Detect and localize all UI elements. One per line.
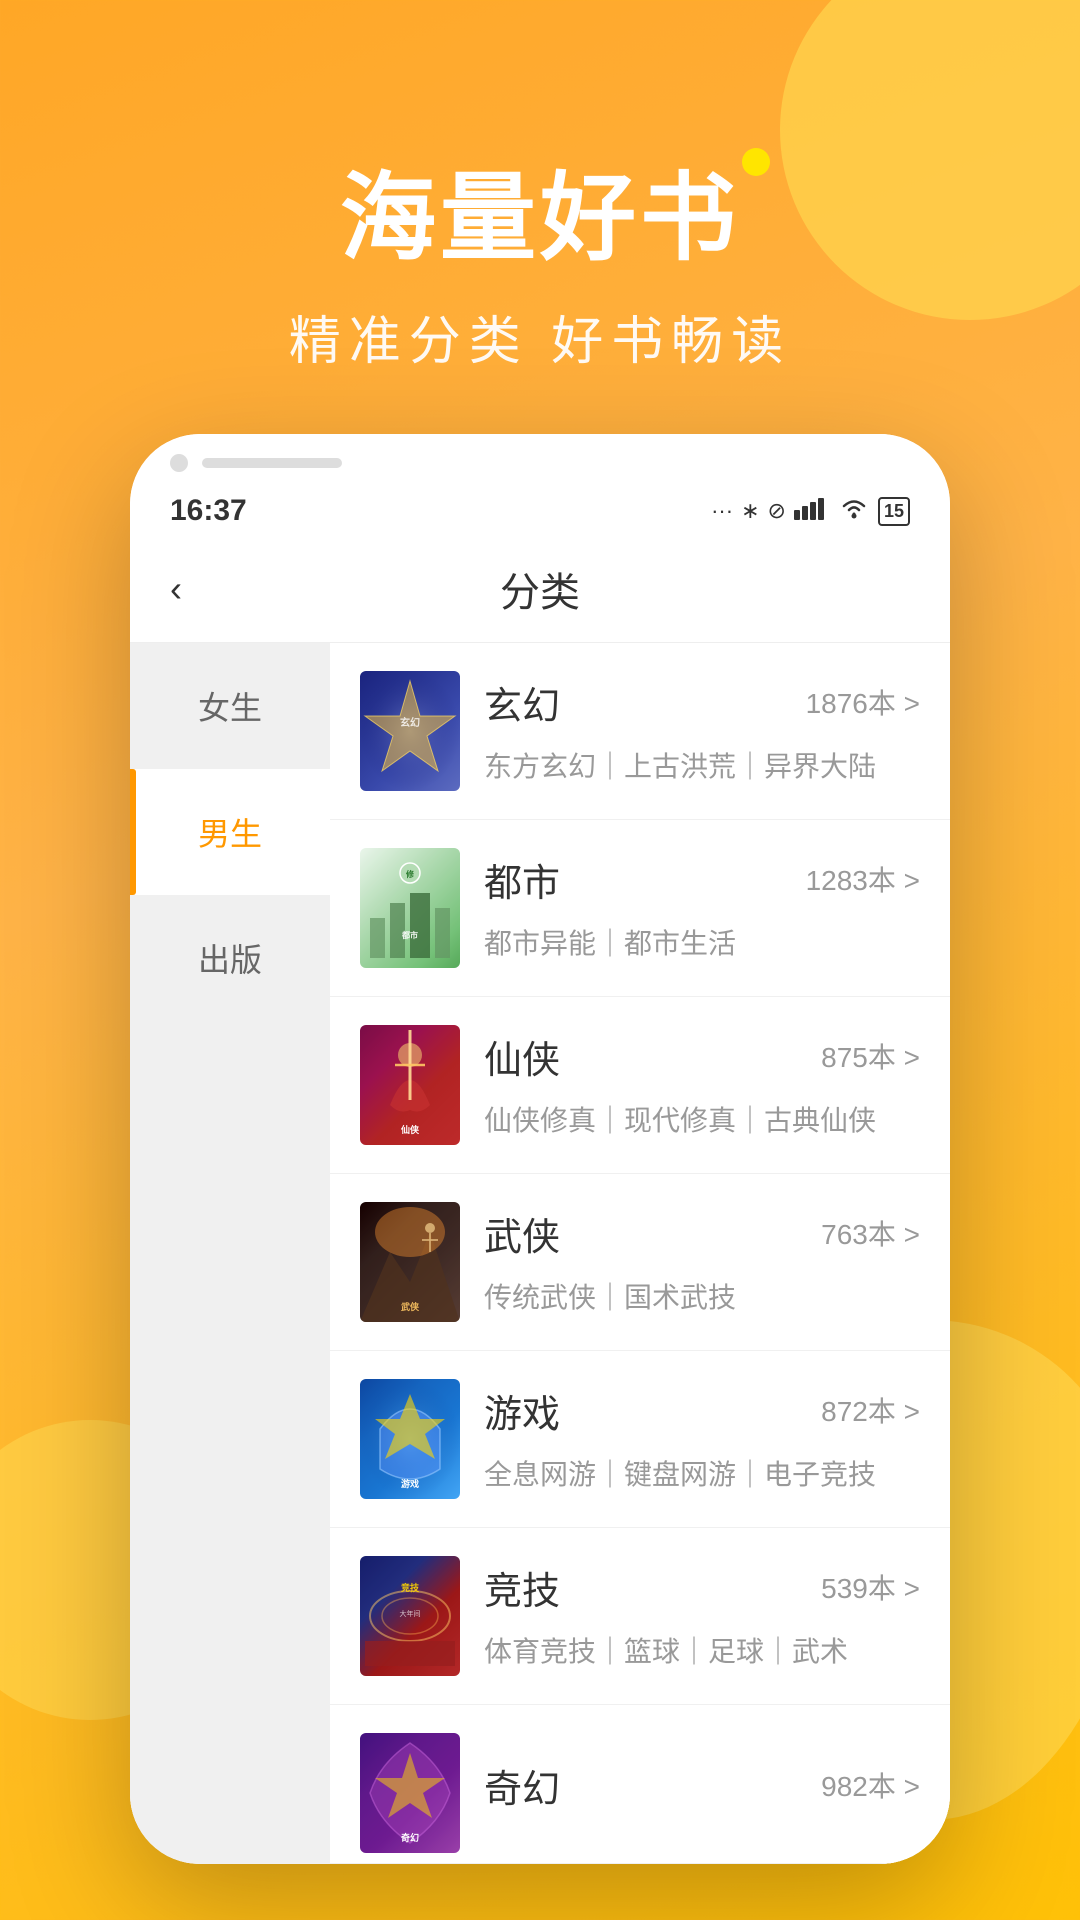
phone-speaker	[170, 454, 342, 472]
category-item-qihuan[interactable]: 奇幻 奇幻 982本 >	[330, 1705, 950, 1864]
battery-level: 15	[884, 501, 904, 521]
category-info-wuxia: 武侠 763本 > 传统武侠｜国术武技	[484, 1206, 920, 1319]
category-name-qihuan: 奇幻	[484, 1758, 560, 1813]
svg-text:修: 修	[405, 869, 415, 879]
sub-title: 精准分类 好书畅读	[0, 299, 1080, 374]
status-icons: ··· ∗ ⊘	[711, 496, 910, 526]
category-info-qihuan: 奇幻 982本 >	[484, 1758, 920, 1829]
category-name-jingji: 竞技	[484, 1560, 560, 1615]
sidebar: 女生 男生 出版	[130, 643, 330, 1864]
category-tags-wuxia: 传统武侠｜国术武技	[484, 1277, 920, 1319]
header-section: 海量好书 精准分类 好书畅读	[0, 0, 1080, 434]
battery-icon: 15	[878, 497, 910, 526]
category-header-wuxia: 武侠 763本 >	[484, 1206, 920, 1261]
nfc-icon: ⊘	[768, 498, 786, 524]
svg-text:武侠: 武侠	[401, 1301, 420, 1312]
category-tags-xianxia: 仙侠修真｜现代修真｜古典仙侠	[484, 1100, 920, 1142]
category-info-jingji: 竞技 539本 > 体育竞技｜篮球｜足球｜武术	[484, 1560, 920, 1673]
signal-icon	[794, 496, 830, 526]
category-name-xuanhuan: 玄幻	[484, 675, 560, 730]
nav-bar: ‹ 分类	[130, 536, 950, 643]
back-button[interactable]: ‹	[170, 568, 182, 610]
sidebar-label-male: 男生	[198, 816, 262, 852]
category-name-xianxia: 仙侠	[484, 1029, 560, 1084]
category-name-youxi: 游戏	[484, 1383, 560, 1438]
svg-text:玄幻: 玄幻	[400, 716, 420, 729]
book-cover-wuxia: 武侠	[360, 1202, 460, 1322]
content-area: 女生 男生 出版	[130, 643, 950, 1864]
sidebar-item-publish[interactable]: 出版	[130, 895, 330, 1021]
category-item-xianxia[interactable]: 仙侠 仙侠 875本 > 仙侠修真｜现代修真｜古典仙侠	[330, 997, 950, 1174]
category-tags-jingji: 体育竞技｜篮球｜足球｜武术	[484, 1631, 920, 1673]
bluetooth-icon: ∗	[741, 498, 759, 524]
category-name-wuxia: 武侠	[484, 1206, 560, 1261]
svg-text:游戏: 游戏	[401, 1478, 419, 1489]
category-item-jingji[interactable]: 竞技 大年间 竞技 539本 > 体育竞技｜篮球｜足球｜武术	[330, 1528, 950, 1705]
book-cover-qihuan: 奇幻	[360, 1733, 460, 1853]
category-header-xuanhuan: 玄幻 1876本 >	[484, 675, 920, 730]
title-dot-decoration	[742, 148, 770, 176]
category-tags-dushi: 都市异能｜都市生活	[484, 923, 920, 965]
category-count-qihuan: 982本 >	[821, 1765, 920, 1805]
category-item-xuanhuan[interactable]: 玄幻 玄幻 1876本 > 东方玄幻｜上古洪荒｜异界大陆	[330, 643, 950, 820]
status-time: 16:37	[170, 494, 247, 528]
book-cover-xianxia: 仙侠	[360, 1025, 460, 1145]
category-tags-youxi: 全息网游｜键盘网游｜电子竞技	[484, 1454, 920, 1496]
category-count-wuxia: 763本 >	[821, 1213, 920, 1253]
sidebar-item-male[interactable]: 男生	[130, 769, 330, 895]
category-count-dushi: 1283本 >	[806, 859, 920, 899]
phone-mockup: 16:37 ··· ∗ ⊘	[130, 434, 950, 1864]
book-cover-youxi: 游戏	[360, 1379, 460, 1499]
category-list: 玄幻 玄幻 1876本 > 东方玄幻｜上古洪荒｜异界大陆	[330, 643, 950, 1864]
category-header-jingji: 竞技 539本 >	[484, 1560, 920, 1615]
menu-dots-icon: ···	[711, 498, 733, 524]
category-header-dushi: 都市 1283本 >	[484, 852, 920, 907]
main-title: 海量好书	[340, 140, 740, 279]
phone-top-area	[130, 434, 950, 482]
category-tags-xuanhuan: 东方玄幻｜上古洪荒｜异界大陆	[484, 746, 920, 788]
category-header-youxi: 游戏 872本 >	[484, 1383, 920, 1438]
category-info-xuanhuan: 玄幻 1876本 > 东方玄幻｜上古洪荒｜异界大陆	[484, 675, 920, 788]
sidebar-label-female: 女生	[198, 690, 262, 726]
book-cover-dushi: 修 都市	[360, 848, 460, 968]
category-item-dushi[interactable]: 修 都市 都市 1283本 > 都市异能｜都市生活	[330, 820, 950, 997]
category-count-xianxia: 875本 >	[821, 1036, 920, 1076]
category-item-wuxia[interactable]: 武侠 武侠 763本 > 传统武侠｜国术武技	[330, 1174, 950, 1351]
speaker-bar	[202, 458, 342, 468]
sidebar-label-publish: 出版	[198, 942, 262, 978]
category-header-qihuan: 奇幻 982本 >	[484, 1758, 920, 1813]
svg-text:奇幻: 奇幻	[401, 1832, 419, 1843]
svg-text:竞技: 竞技	[400, 1582, 420, 1593]
status-bar: 16:37 ··· ∗ ⊘	[130, 482, 950, 536]
category-item-youxi[interactable]: 游戏 游戏 872本 > 全息网游｜键盘网游｜电子竞技	[330, 1351, 950, 1528]
phone-container: 16:37 ··· ∗ ⊘	[0, 434, 1080, 1864]
category-count-xuanhuan: 1876本 >	[806, 682, 920, 722]
category-info-xianxia: 仙侠 875本 > 仙侠修真｜现代修真｜古典仙侠	[484, 1029, 920, 1142]
svg-text:都市: 都市	[401, 930, 418, 940]
category-info-youxi: 游戏 872本 > 全息网游｜键盘网游｜电子竞技	[484, 1383, 920, 1496]
category-name-dushi: 都市	[484, 852, 560, 907]
page-title: 分类	[500, 560, 580, 618]
wifi-icon	[838, 496, 870, 526]
speaker-dot	[170, 454, 188, 472]
category-count-jingji: 539本 >	[821, 1567, 920, 1607]
book-cover-jingji: 竞技 大年间	[360, 1556, 460, 1676]
category-header-xianxia: 仙侠 875本 >	[484, 1029, 920, 1084]
category-count-youxi: 872本 >	[821, 1390, 920, 1430]
book-cover-xuanhuan: 玄幻	[360, 671, 460, 791]
sidebar-item-female[interactable]: 女生	[130, 643, 330, 769]
svg-text:仙侠: 仙侠	[401, 1124, 420, 1135]
category-info-dushi: 都市 1283本 > 都市异能｜都市生活	[484, 852, 920, 965]
svg-text:大年间: 大年间	[400, 1609, 421, 1618]
